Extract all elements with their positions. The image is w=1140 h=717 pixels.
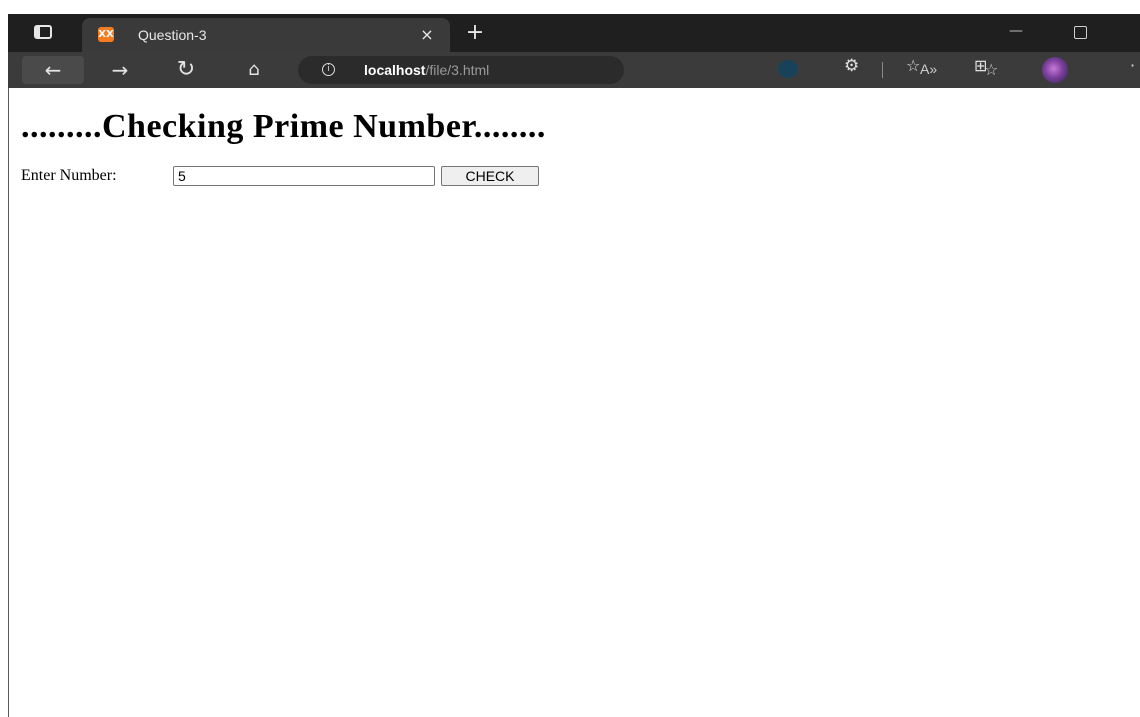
home-button[interactable]: ⌂ <box>240 56 268 84</box>
browser-toolbar: ← → ↻ ⌂ i localhost/file/3.html A» ☆ ⚙ ☆… <box>8 52 1140 88</box>
extensions-icon[interactable]: ⚙ <box>844 56 859 76</box>
screen-top-margin <box>0 0 1140 14</box>
forward-button[interactable]: → <box>106 56 134 84</box>
extension-badge-icon[interactable] <box>778 60 798 78</box>
collections-icon[interactable]: ⊞ <box>974 56 987 75</box>
back-button[interactable]: ← <box>22 56 84 84</box>
tab-question-3[interactable]: XX Question-3 × <box>82 18 450 52</box>
url-text[interactable]: localhost/file/3.html <box>364 62 489 78</box>
maximize-button[interactable] <box>1074 26 1087 39</box>
tab-title: Question-3 <box>138 27 207 43</box>
site-info-icon[interactable]: i <box>322 63 335 76</box>
profile-avatar[interactable] <box>1042 57 1068 83</box>
reload-button[interactable]: ↻ <box>172 56 200 84</box>
toolbar-divider <box>882 62 883 78</box>
favorites-icon[interactable]: ☆ <box>906 56 920 75</box>
minimize-button[interactable]: — <box>1008 23 1024 39</box>
more-menu-icon[interactable]: · <box>1130 56 1135 75</box>
address-bar[interactable]: i localhost/file/3.html A» ☆ <box>298 56 998 84</box>
url-host: localhost <box>364 62 426 78</box>
url-path: /file/3.html <box>425 62 490 78</box>
check-button[interactable]: CHECK <box>441 166 539 186</box>
read-aloud-icon[interactable]: A» <box>920 61 937 77</box>
tab-strip: XX Question-3 × + — <box>8 14 1140 52</box>
browser-window: XX Question-3 × + — ← → ↻ ⌂ i localhost/… <box>0 0 1140 717</box>
page-title: .........Checking Prime Number........ <box>21 108 546 145</box>
number-input[interactable] <box>173 166 435 186</box>
xampp-favicon-icon: XX <box>98 27 114 42</box>
new-tab-button[interactable]: + <box>464 22 486 44</box>
tab-actions-icon[interactable] <box>34 25 52 39</box>
window-left-edge <box>8 88 9 717</box>
number-label: Enter Number: <box>21 167 117 184</box>
close-tab-icon[interactable]: × <box>418 26 436 44</box>
